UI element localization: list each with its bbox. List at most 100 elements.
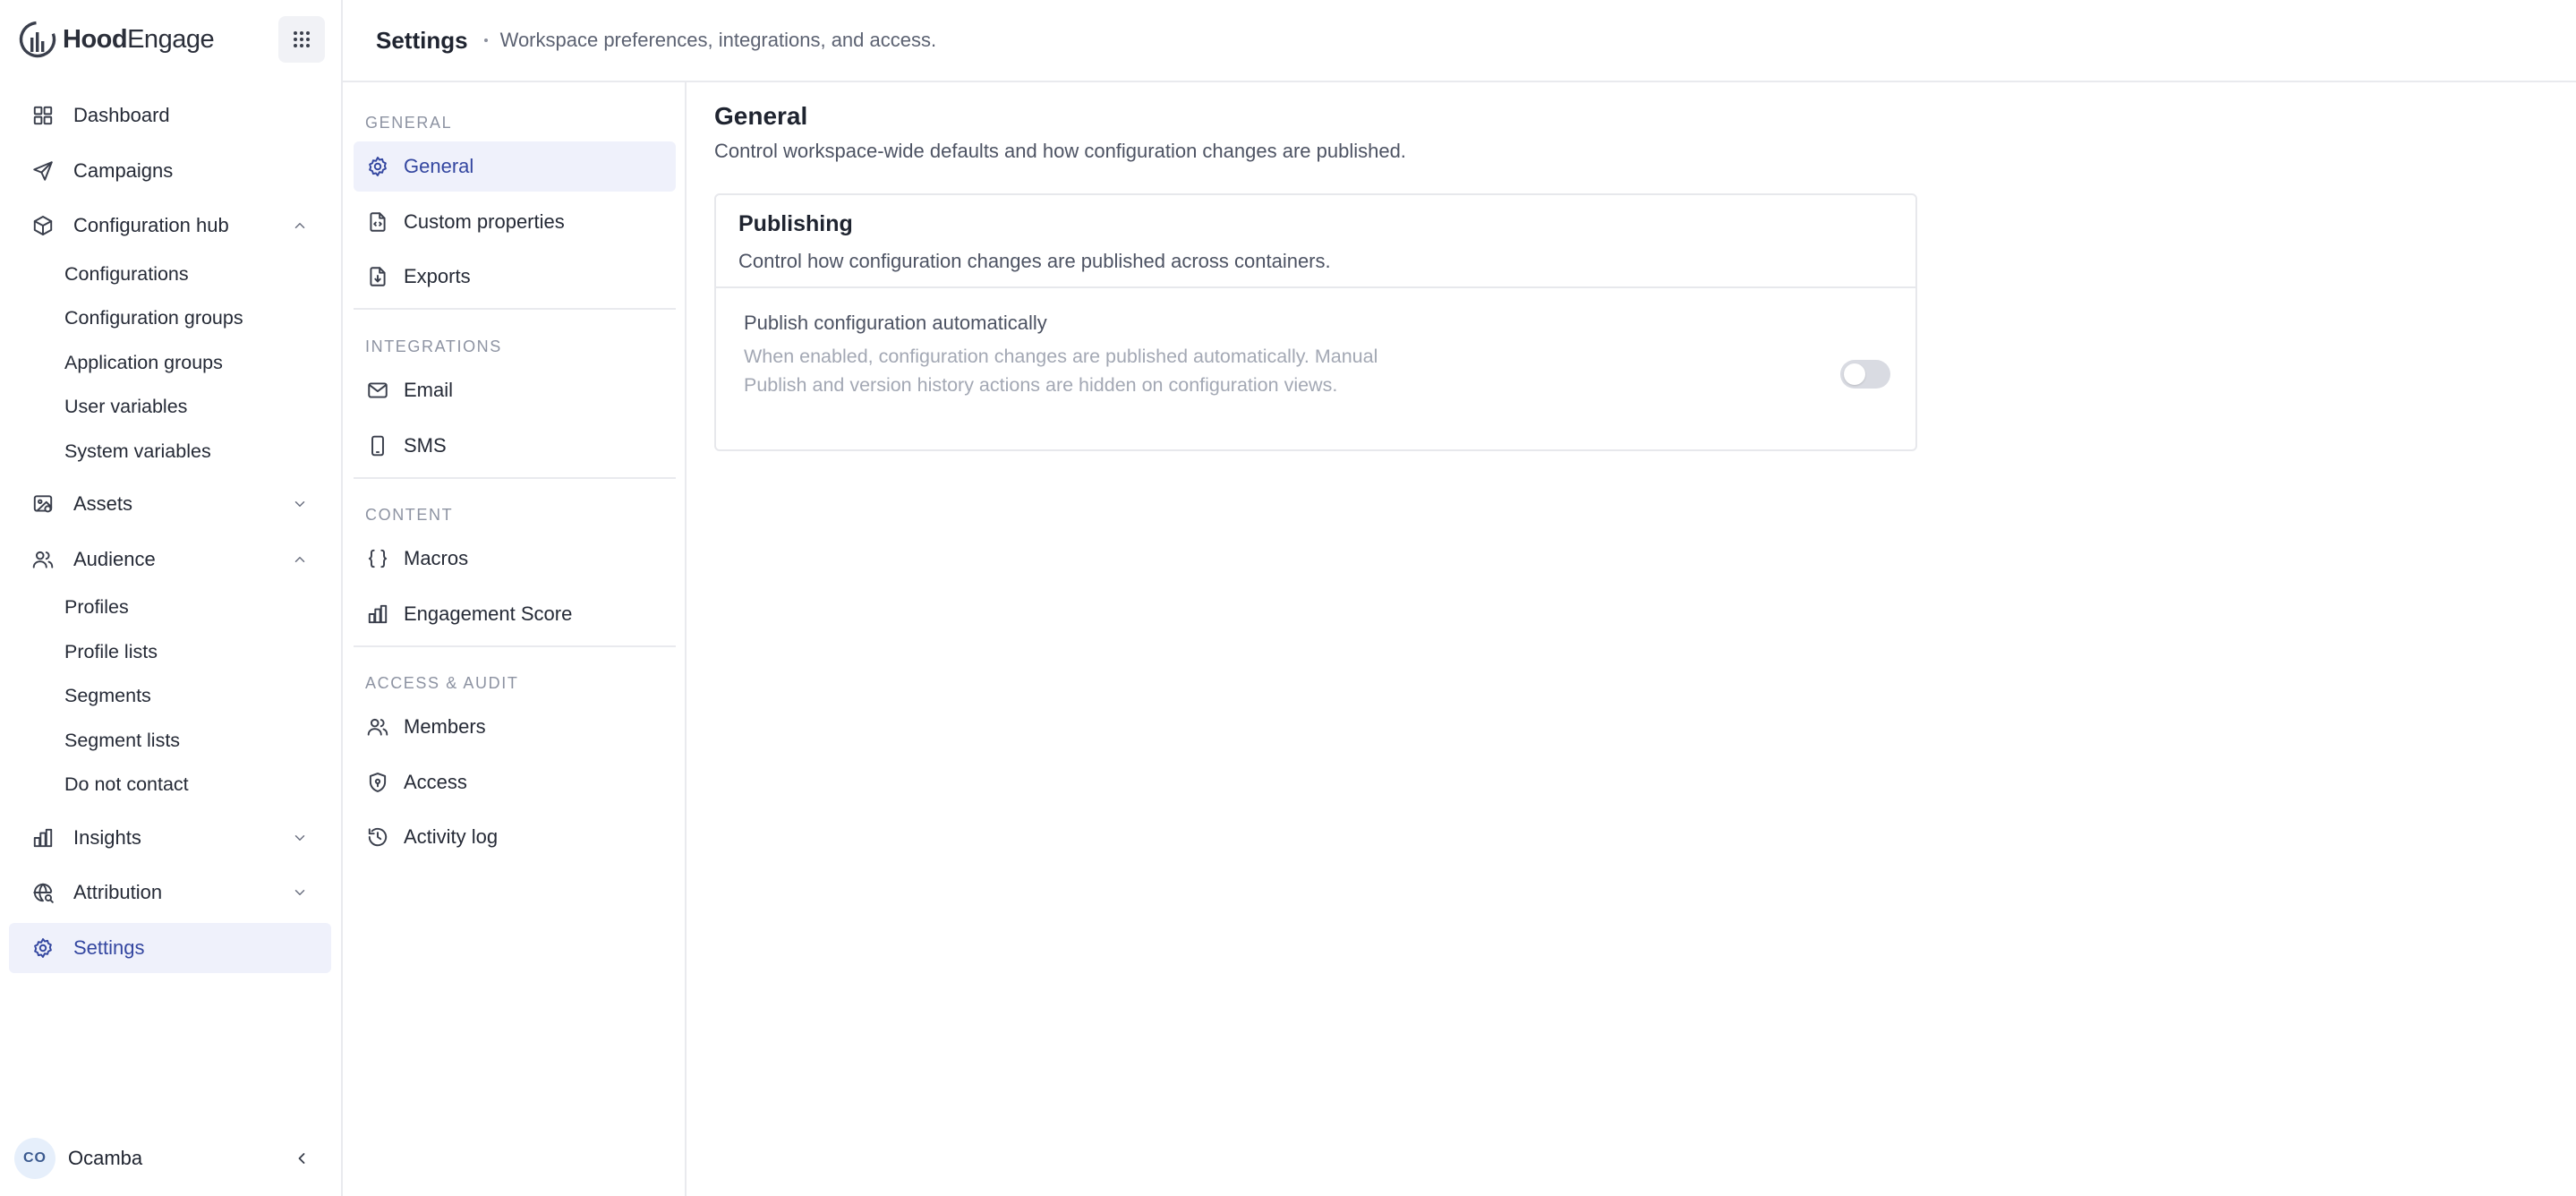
page-title: Settings	[376, 26, 468, 54]
chevron-up-icon	[294, 223, 305, 228]
gear-icon	[34, 937, 52, 958]
section-title: GENERAL	[365, 113, 453, 132]
section-heading: General	[714, 102, 808, 130]
nav-item-settings[interactable]: Settings	[9, 922, 331, 973]
settings-item-label: Members	[404, 715, 486, 738]
divider	[354, 308, 676, 310]
phone-icon	[371, 435, 384, 456]
settings-item-label: SMS	[404, 433, 447, 457]
nav-item-campaigns[interactable]: Campaigns	[9, 146, 331, 196]
settings-item-macros[interactable]: Macros	[354, 534, 676, 584]
page-header: Settings Workspace preferences, integrat…	[343, 0, 2576, 82]
settings-item-label: Exports	[404, 265, 471, 287]
chevron-up-icon	[294, 556, 305, 562]
nav-item-attribution[interactable]: Attribution	[9, 867, 331, 918]
card-description: Control how configuration changes are pu…	[738, 250, 1331, 272]
sub-item-application-groups[interactable]: Application groups	[9, 341, 331, 386]
sub-item-segment-lists[interactable]: Segment lists	[9, 719, 331, 764]
dashboard-icon	[33, 106, 53, 125]
settings-section-content: CONTENT Macros Engagement Score	[343, 501, 687, 647]
bar-chart-icon	[33, 828, 53, 847]
sidebar: HoodEngage Dashboard Campaigns Configura…	[0, 0, 343, 1196]
sub-item-segments[interactable]: Segments	[9, 674, 331, 719]
settings-item-custom-properties[interactable]: Custom properties	[354, 197, 676, 247]
nav-item-label: Settings	[73, 935, 145, 959]
history-icon	[368, 827, 388, 847]
settings-item-label: Engagement Score	[404, 602, 573, 625]
user-name: Ocamba	[68, 1147, 143, 1169]
settings-item-label: Custom properties	[404, 209, 565, 233]
nav-item-label: Audience	[73, 547, 156, 570]
sub-item-profiles[interactable]: Profiles	[9, 585, 331, 630]
apps-grid-button[interactable]	[278, 16, 325, 63]
nav-item-audience[interactable]: Audience	[9, 534, 331, 585]
nav-item-label: Configuration hub	[73, 214, 229, 236]
settings-item-activity-log[interactable]: Activity log	[354, 812, 676, 862]
section-description: Control workspace-wide defaults and how …	[714, 140, 1406, 162]
chevron-left-icon[interactable]	[293, 1149, 311, 1167]
separator-dot	[483, 38, 488, 42]
sub-item-user-variables[interactable]: User variables	[9, 385, 331, 430]
main-nav: Dashboard Campaigns Configuration hub Co…	[9, 90, 331, 978]
auto-publish-setting: Publish configuration automatically When…	[716, 288, 1915, 399]
nav-item-insights[interactable]: Insights	[9, 813, 331, 863]
nav-item-label: Attribution	[73, 881, 163, 903]
chevron-down-icon	[294, 501, 305, 507]
file-code-icon	[370, 211, 386, 232]
brand[interactable]: HoodEngage	[18, 20, 215, 59]
settings-section-access-audit: ACCESS & AUDIT Members Access Activity l…	[343, 670, 687, 867]
settings-item-general[interactable]: General	[354, 141, 676, 192]
settings-item-members[interactable]: Members	[354, 702, 676, 752]
grid-icon	[294, 31, 310, 47]
nav-item-label: Assets	[73, 492, 133, 515]
nav-item-label: Dashboard	[73, 104, 170, 126]
settings-section-integrations: INTEGRATIONS Email SMS	[343, 333, 687, 479]
gear-icon	[369, 157, 387, 176]
send-icon	[33, 160, 53, 181]
globe-search-icon	[33, 883, 54, 903]
brand-name: HoodEngage	[63, 24, 215, 54]
audience-submenu: Profiles Profile lists Segments Segment …	[9, 585, 331, 807]
cube-icon	[33, 216, 53, 235]
toggle-knob	[1844, 363, 1865, 385]
card-header: Publishing Control how configuration cha…	[716, 195, 1915, 288]
file-download-icon	[370, 267, 386, 286]
sub-item-configurations[interactable]: Configurations	[9, 252, 331, 297]
divider	[354, 476, 676, 479]
settings-item-sms[interactable]: SMS	[354, 421, 676, 471]
chevron-down-icon	[294, 834, 305, 841]
nav-item-label: Insights	[73, 825, 141, 849]
shield-icon	[369, 772, 387, 792]
users-icon	[32, 551, 54, 568]
auto-publish-toggle[interactable]	[1840, 360, 1890, 389]
nav-item-dashboard[interactable]: Dashboard	[9, 90, 331, 141]
braces-icon	[368, 549, 388, 568]
setting-description: When enabled, configuration changes are …	[744, 346, 1378, 396]
settings-item-exports[interactable]: Exports	[354, 252, 676, 302]
publishing-card: Publishing Control how configuration cha…	[714, 193, 1917, 451]
settings-item-engagement-score[interactable]: Engagement Score	[354, 589, 676, 639]
settings-item-label: Activity log	[404, 825, 499, 848]
nav-item-assets[interactable]: Assets	[9, 479, 331, 529]
mail-icon	[368, 382, 388, 398]
users-icon	[367, 718, 388, 736]
divider	[354, 645, 676, 647]
nav-item-label: Campaigns	[73, 158, 174, 182]
settings-item-label: Macros	[404, 547, 469, 569]
avatar: CO	[14, 1138, 55, 1179]
user-menu[interactable]: CO Ocamba	[14, 1137, 332, 1180]
sub-item-system-variables[interactable]: System variables	[9, 430, 331, 474]
nav-item-configuration-hub[interactable]: Configuration hub	[9, 201, 331, 251]
settings-item-email[interactable]: Email	[354, 365, 676, 415]
image-icon	[33, 495, 53, 513]
page-subtitle: Workspace preferences, integrations, and…	[499, 29, 937, 51]
section-title: INTEGRATIONS	[365, 337, 502, 355]
configuration-hub-submenu: Configurations Configuration groups Appl…	[9, 252, 331, 474]
logo-icon	[19, 21, 56, 58]
sub-item-profile-lists[interactable]: Profile lists	[9, 630, 331, 675]
sub-item-configuration-groups[interactable]: Configuration groups	[9, 296, 331, 341]
setting-title: Publish configuration automatically	[744, 312, 1047, 334]
sub-item-do-not-contact[interactable]: Do not contact	[9, 763, 331, 807]
settings-item-access[interactable]: Access	[354, 757, 676, 807]
settings-item-label: Access	[404, 770, 467, 793]
